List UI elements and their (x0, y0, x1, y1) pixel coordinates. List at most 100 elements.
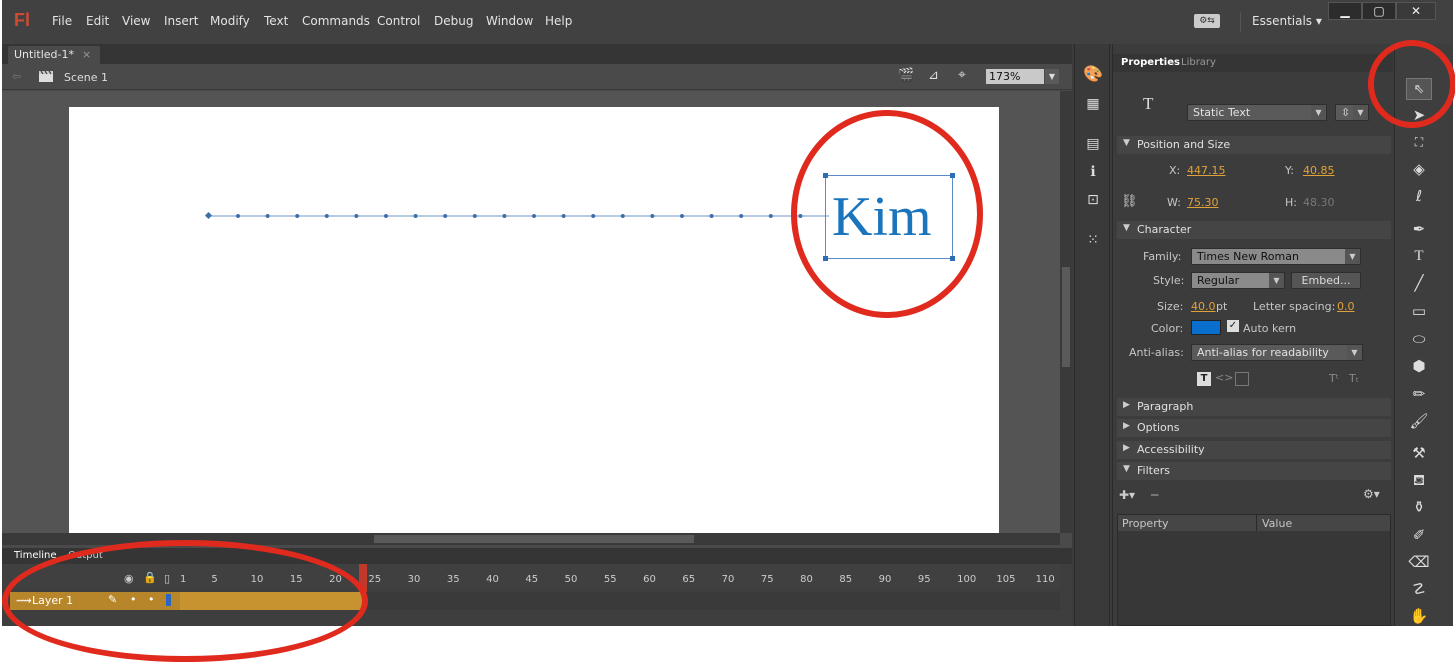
section-title: Options (1137, 421, 1180, 434)
document-tab[interactable]: Untitled-1* × (8, 46, 100, 64)
scene-label: Scene 1 (64, 71, 109, 84)
polystar-tool-icon[interactable]: ⬢ (1406, 355, 1432, 377)
tab-library[interactable]: Library (1181, 57, 1216, 68)
collapsed-triangle-icon: ▶ (1123, 443, 1130, 453)
antialias-select[interactable]: Anti-alias for readability ▼ (1191, 344, 1363, 361)
filter-settings-gear-icon[interactable]: ⚙▾ (1363, 487, 1380, 501)
w-value[interactable]: 75.30 (1187, 196, 1219, 209)
menu-modify[interactable]: Modify (210, 14, 250, 28)
selectable-text-icon[interactable]: T (1197, 372, 1211, 386)
close-button[interactable]: ✕ (1396, 2, 1436, 20)
section-options[interactable]: ▶ Options (1117, 419, 1391, 437)
frame-number: 80 (800, 574, 813, 585)
superscript-icon[interactable]: Tᵗ (1329, 372, 1339, 385)
pencil-tool-icon[interactable]: ✏ (1406, 383, 1432, 405)
text-type-select[interactable]: Static Text ▼ (1187, 104, 1327, 121)
menu-file[interactable]: File (52, 14, 72, 28)
tab-properties[interactable]: Properties (1121, 57, 1180, 68)
section-position-size[interactable]: ▼ Position and Size (1117, 136, 1391, 154)
close-tab-icon[interactable]: × (82, 48, 91, 61)
workspace-sync-icon[interactable]: ⚙⇆ (1194, 14, 1220, 28)
size-value[interactable]: 40.0 (1191, 300, 1216, 313)
free-transform-tool-icon[interactable]: ⛶ (1406, 131, 1432, 153)
edit-symbols-icon[interactable]: ⊿ (928, 68, 939, 83)
back-arrow-icon[interactable]: ⇦ (12, 70, 21, 83)
border-around-text-icon[interactable] (1235, 372, 1249, 386)
x-value[interactable]: 447.15 (1187, 164, 1226, 177)
zoom-input[interactable]: 173% (986, 69, 1044, 84)
frame-number: 90 (878, 574, 892, 585)
menu-debug[interactable]: Debug (434, 14, 473, 28)
frame-number: 55 (603, 574, 617, 585)
frame-number: 60 (643, 574, 656, 585)
swatches-icon[interactable]: ▦ (1083, 96, 1103, 116)
menu-insert[interactable]: Insert (164, 14, 198, 28)
lock-proportions-icon[interactable]: ⛓ (1121, 194, 1138, 209)
transform-icon[interactable]: ⊡ (1083, 192, 1103, 212)
menu-control[interactable]: Control (377, 14, 420, 28)
font-family-select[interactable]: Times New Roman ▼ (1191, 248, 1361, 265)
clapperboard-icon (39, 70, 53, 82)
hand-tool-icon[interactable]: ✋ (1406, 605, 1432, 627)
menu-bar: Fl File Edit View Insert Modify Text Com… (2, 0, 1453, 44)
motion-path-keyframe-dot (709, 214, 714, 218)
remove-filter-icon[interactable]: ━ (1151, 488, 1158, 502)
expanded-triangle-icon: ▼ (1123, 223, 1130, 233)
line-tool-icon[interactable]: ╱ (1406, 272, 1432, 294)
maximize-button[interactable]: ▢ (1362, 2, 1396, 20)
motion-path-keyframe-dot (532, 214, 536, 218)
subscript-icon[interactable]: Tₜ (1349, 372, 1359, 385)
font-family-value: Times New Roman (1197, 250, 1299, 263)
embed-button[interactable]: Embed... (1291, 272, 1361, 289)
menu-commands[interactable]: Commands (302, 14, 370, 28)
letter-spacing-value[interactable]: 0.0 (1337, 300, 1355, 313)
section-accessibility[interactable]: ▶ Accessibility (1117, 441, 1391, 459)
render-html-icon[interactable]: <> (1215, 371, 1233, 384)
scroll-thumb[interactable] (374, 535, 694, 543)
family-label: Family: (1143, 250, 1182, 263)
pen-tool-icon[interactable]: ✒ (1406, 218, 1432, 240)
menu-help[interactable]: Help (545, 14, 572, 28)
zoom-dropdown-arrow[interactable]: ▼ (1045, 69, 1059, 84)
align-icon[interactable]: ▤ (1083, 136, 1103, 156)
auto-kern-checkbox[interactable]: ✓ (1227, 320, 1239, 332)
menu-view[interactable]: View (122, 14, 150, 28)
section-paragraph[interactable]: ▶ Paragraph (1117, 398, 1391, 416)
workspace-label: Essentials (1252, 14, 1313, 28)
section-filters[interactable]: ▼ Filters (1117, 462, 1391, 480)
expanded-triangle-icon: ▼ (1123, 464, 1130, 474)
edit-scene-icon[interactable]: 🎬 (898, 68, 914, 83)
font-style-select[interactable]: Regular ▼ (1191, 272, 1285, 289)
vertical-scrollbar[interactable] (1060, 91, 1072, 533)
minimize-button[interactable]: ▁ (1328, 2, 1362, 20)
color-swatch[interactable] (1191, 320, 1221, 335)
menu-edit[interactable]: Edit (86, 14, 109, 28)
eyedropper-tool-icon[interactable]: ✐ (1406, 524, 1432, 546)
3d-rotation-tool-icon[interactable]: ◈ (1406, 158, 1432, 180)
eraser-tool-icon[interactable]: ⌫ (1406, 551, 1432, 573)
info-icon[interactable]: ℹ (1083, 164, 1103, 184)
ink-bottle-tool-icon[interactable]: ⚱ (1406, 496, 1432, 518)
brush-tool-icon[interactable]: 🖌 (1406, 410, 1432, 432)
components-icon[interactable]: ⁙ (1083, 232, 1103, 252)
lasso-tool-icon[interactable]: ℓ (1406, 185, 1432, 207)
color-label: Color: (1151, 322, 1184, 335)
scroll-thumb[interactable] (1062, 267, 1070, 367)
oval-tool-icon[interactable]: ⬭ (1406, 328, 1432, 350)
y-value[interactable]: 40.85 (1303, 164, 1335, 177)
bone-tool-icon[interactable]: ⚒ (1406, 442, 1432, 464)
paint-bucket-tool-icon[interactable]: ⛾ (1406, 469, 1432, 491)
text-tool-icon[interactable]: T (1406, 245, 1432, 267)
panel-icon-strip: 🎨 ▦ ▤ ℹ ⊡ ⁙ (1074, 44, 1110, 626)
motion-path-keyframe-dot (413, 214, 418, 218)
menu-window[interactable]: Window (486, 14, 533, 28)
center-stage-icon[interactable]: ⌖ (958, 67, 966, 83)
workspace-switcher[interactable]: Essentials ▾ (1252, 14, 1322, 28)
section-character[interactable]: ▼ Character (1117, 221, 1391, 239)
text-orientation-select[interactable]: ⇳ ▼ (1335, 104, 1369, 121)
menu-text[interactable]: Text (264, 14, 288, 28)
add-filter-icon[interactable]: ✚▾ (1119, 488, 1135, 502)
rectangle-tool-icon[interactable]: ▭ (1406, 300, 1432, 322)
color-palette-icon[interactable]: 🎨 (1083, 64, 1103, 84)
width-tool-icon[interactable]: ☡ (1406, 578, 1432, 600)
